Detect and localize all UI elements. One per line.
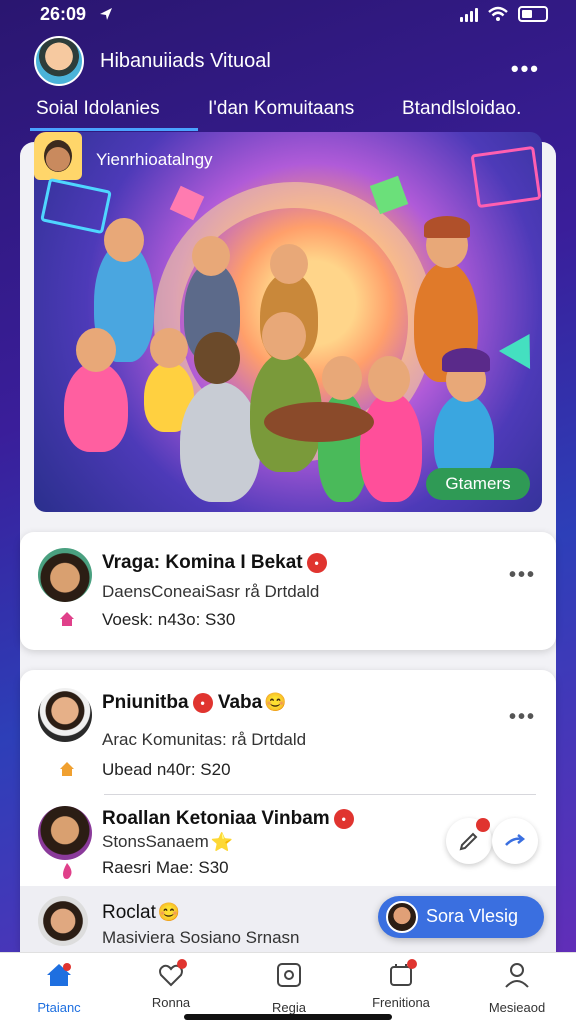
list-card[interactable]: Vraga: Komina I Bekat • DaensConeaiSasr r… — [20, 532, 556, 650]
games-button[interactable]: Gtamers — [426, 468, 530, 500]
notification-badge: • — [333, 808, 354, 829]
list-item-subtitle: DaensConeaiSasr rå Drtdald — [102, 582, 320, 601]
nav-label: Frenitiona — [372, 995, 430, 1010]
person-head — [76, 328, 116, 372]
hero-thumbnail-face — [44, 140, 72, 172]
nav-profile[interactable]: Mesieaod — [462, 961, 572, 1015]
hero-banner[interactable]: Yienrhioatalngy Gtamers — [34, 132, 542, 512]
heart-icon — [157, 959, 187, 989]
list-item-subtitle: StonsSanaem ⭐ — [102, 832, 234, 853]
avatar — [38, 806, 92, 860]
emoji-icon: 😊 — [157, 902, 181, 923]
nav-notifications[interactable]: Frenitiona — [346, 959, 456, 1010]
divider — [104, 794, 536, 795]
video-avatar — [386, 901, 418, 933]
notification-badge: • — [306, 552, 327, 573]
wifi-icon — [488, 6, 508, 21]
more-options-button[interactable]: ••• — [511, 56, 540, 82]
nav-label: Mesieaod — [488, 1000, 546, 1015]
list-item-subtitle: Arac Komunitas: rå Drtdald — [102, 730, 307, 749]
person-head — [150, 328, 188, 368]
person-head — [192, 236, 230, 276]
person-figure — [180, 382, 260, 502]
row-more-button[interactable]: ••• — [509, 564, 536, 587]
person-head — [368, 356, 410, 402]
person-figure — [360, 392, 422, 502]
person-head — [104, 218, 144, 262]
share-arrow-icon — [505, 834, 526, 846]
list-item-meta: Raesri Mae: S30 — [102, 858, 229, 877]
share-button[interactable] — [492, 818, 538, 864]
video-call-label: Sora Vlesig — [426, 906, 519, 926]
status-bar: 26:09 — [0, 0, 576, 30]
nav-label: Ptaianc — [37, 1000, 81, 1015]
list-item-subtitle: Masiviera Sosiano Srnasn — [102, 928, 300, 947]
nav-home[interactable]: Ptaianc — [4, 961, 114, 1015]
status-indicators — [460, 6, 548, 22]
list-item-name: Pniunitba • Vaba 😊 — [102, 692, 287, 713]
notification-dot — [177, 959, 187, 969]
person-head — [194, 332, 240, 384]
neon-screen-shape — [40, 177, 112, 235]
status-time: 26:09 — [40, 4, 87, 24]
location-arrow-icon — [100, 8, 112, 20]
person-head — [270, 244, 308, 284]
tab-bar: Soial Idolanies I'dan Komuitaans Btandls… — [0, 94, 576, 132]
app-header: Hibanuiiads Vituoal ••• — [0, 34, 576, 94]
video-call-button[interactable]: Sora Vlesig — [378, 896, 544, 938]
neon-screen-shape — [470, 145, 542, 209]
flame-icon — [63, 863, 72, 879]
nav-share[interactable]: Regia — [234, 961, 344, 1015]
avatar — [38, 548, 92, 602]
person-head — [262, 312, 306, 360]
list-item-name: Roallan Ketoniaa Vinbam • — [102, 808, 354, 830]
list-item-name: Roclat 😊 — [102, 902, 181, 923]
home-icon — [47, 963, 71, 986]
nav-favorites[interactable]: Ronna — [116, 959, 226, 1010]
pen-icon — [459, 832, 478, 851]
notification-dot — [407, 959, 417, 969]
profile-icon — [505, 963, 529, 988]
list-item-meta: Ubead n40r: S20 — [102, 760, 231, 779]
list-item-meta: Voesk: n43o: S30 — [102, 610, 236, 629]
tab-social[interactable]: Soial Idolanies — [36, 98, 160, 120]
floating-triangle-shape — [498, 325, 542, 369]
nav-label: Regia — [272, 1000, 306, 1015]
person-head — [322, 356, 362, 400]
person-hair — [424, 216, 470, 238]
person-hair — [442, 348, 490, 372]
avatar — [38, 896, 88, 946]
nav-label: Ronna — [151, 995, 191, 1010]
tab-community[interactable]: I'dan Komuitaans — [208, 98, 354, 120]
user-avatar[interactable] — [34, 36, 84, 86]
tab-third[interactable]: Btandlsloidao. — [402, 98, 521, 120]
row-more-button[interactable]: ••• — [509, 706, 536, 729]
emoji-icon: ⭐ — [210, 832, 234, 853]
hero-table — [264, 402, 374, 442]
share-icon — [277, 963, 301, 987]
home-icon — [60, 762, 74, 776]
comment-button[interactable] — [446, 818, 492, 864]
app-title: Hibanuiiads Vituoal — [100, 50, 271, 72]
list-item-name: Vraga: Komina I Bekat • — [102, 552, 327, 574]
avatar — [38, 688, 92, 742]
home-icon — [60, 612, 74, 626]
battery-icon — [518, 6, 548, 22]
floating-cube-shape — [169, 185, 205, 221]
hero-thumbnail — [34, 132, 82, 180]
notification-badge: • — [192, 692, 213, 713]
home-indicator — [184, 1014, 392, 1020]
person-figure — [64, 362, 128, 452]
active-tab-indicator — [30, 128, 198, 131]
notification-icon — [387, 959, 417, 989]
emoji-icon: 😊 — [264, 692, 287, 713]
signal-icon — [460, 6, 478, 22]
hero-title: Yienrhioatalngy — [96, 150, 213, 169]
